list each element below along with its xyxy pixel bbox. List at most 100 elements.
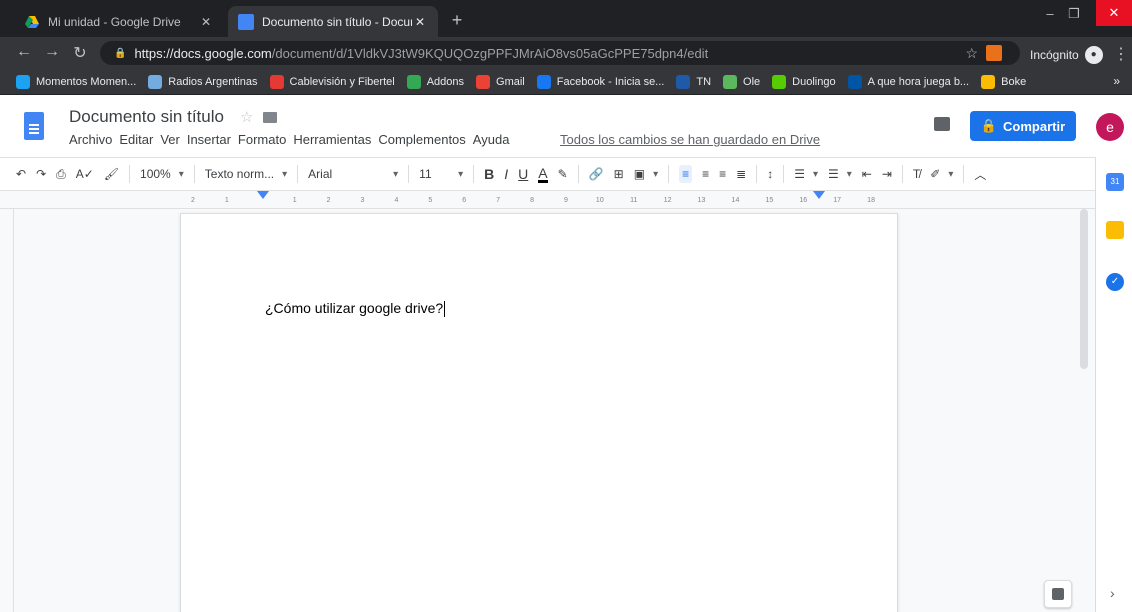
comment-icon[interactable]: ⊞ bbox=[614, 167, 624, 181]
bookmark-star-icon[interactable]: ☆ bbox=[965, 45, 978, 62]
ruler-mark: 14 bbox=[731, 196, 740, 204]
bookmark-item[interactable]: A que hora juega b... bbox=[847, 74, 969, 89]
keep-icon[interactable] bbox=[1106, 221, 1124, 239]
side-panel-toggle-icon[interactable]: › bbox=[1110, 585, 1115, 601]
print-icon[interactable]: ⎙ bbox=[56, 167, 66, 182]
font-select[interactable]: Arial bbox=[308, 167, 398, 181]
ruler-mark: 4 bbox=[394, 196, 399, 204]
address-bar[interactable]: 🔒 https://docs.google.com /document/d/1V… bbox=[100, 41, 1020, 65]
docs-logo-icon[interactable] bbox=[24, 112, 44, 140]
tab-document[interactable]: Documento sin título - Documen ✕ bbox=[228, 6, 438, 37]
undo-icon[interactable]: ↶ bbox=[16, 167, 26, 181]
menu-ver[interactable]: Ver bbox=[160, 132, 180, 147]
menu-bar: Archivo Editar Ver Insertar Formato Herr… bbox=[69, 132, 516, 147]
bulleted-list-icon[interactable]: ☰ bbox=[828, 167, 852, 181]
share-button[interactable]: 🔒 Compartir bbox=[970, 111, 1076, 141]
reload-icon[interactable]: ↻ bbox=[70, 43, 90, 63]
font-size-select[interactable]: 11 bbox=[419, 167, 463, 181]
bookmark-item[interactable]: Boke bbox=[981, 74, 1026, 89]
menu-archivo[interactable]: Archivo bbox=[69, 132, 112, 147]
close-tab-icon[interactable]: ✕ bbox=[412, 15, 428, 29]
back-icon[interactable]: ← bbox=[14, 43, 34, 61]
tasks-icon[interactable]: ✓ bbox=[1106, 273, 1124, 291]
menu-ayuda[interactable]: Ayuda bbox=[473, 132, 510, 147]
menu-complementos[interactable]: Complementos bbox=[378, 132, 465, 147]
document-body-text[interactable]: ¿Cómo utilizar google drive? bbox=[265, 300, 446, 318]
lock-icon: 🔒 bbox=[980, 118, 998, 133]
align-right-icon[interactable]: ≡ bbox=[719, 167, 726, 181]
extension-icon[interactable] bbox=[986, 45, 1002, 61]
spellcheck-icon[interactable]: A✓ bbox=[76, 167, 94, 181]
increase-indent-icon[interactable]: ⇥ bbox=[882, 167, 892, 181]
forward-icon[interactable]: → bbox=[42, 43, 62, 61]
numbered-list-icon[interactable]: ☰ bbox=[794, 167, 818, 181]
tab-drive[interactable]: Mi unidad - Google Drive ✕ bbox=[14, 6, 224, 37]
left-indent-marker[interactable] bbox=[257, 191, 269, 199]
incognito-label: Incógnito bbox=[1030, 48, 1079, 62]
toolbar-divider bbox=[408, 165, 410, 183]
vertical-scrollbar[interactable] bbox=[1080, 209, 1088, 369]
star-icon[interactable]: ☆ bbox=[240, 108, 253, 126]
bookmark-item[interactable]: TN bbox=[676, 74, 711, 89]
close-window-icon[interactable]: ✕ bbox=[1096, 0, 1132, 26]
align-left-icon[interactable]: ≡ bbox=[679, 165, 693, 183]
style-select[interactable]: Texto norm... bbox=[205, 167, 287, 181]
highlight-icon[interactable]: ✎ bbox=[558, 167, 568, 181]
paint-format-icon[interactable]: 🖌 bbox=[104, 167, 119, 181]
underline-icon[interactable]: U bbox=[518, 166, 528, 182]
comment-history-icon[interactable] bbox=[934, 117, 950, 131]
gmail-icon bbox=[476, 74, 491, 89]
menu-herramientas[interactable]: Herramientas bbox=[293, 132, 371, 147]
avatar[interactable]: e bbox=[1096, 113, 1124, 141]
image-icon[interactable]: ▣ bbox=[634, 167, 658, 181]
incognito-indicator[interactable]: Incógnito ● bbox=[1030, 46, 1103, 64]
bookmark-item[interactable]: Addons bbox=[406, 74, 464, 89]
align-justify-icon[interactable]: ≣ bbox=[736, 167, 746, 181]
bookmark-item[interactable]: Radios Argentinas bbox=[148, 74, 258, 89]
save-status[interactable]: Todos los cambios se han guardado en Dri… bbox=[560, 132, 820, 147]
decrease-indent-icon[interactable]: ⇤ bbox=[862, 167, 872, 181]
redo-icon[interactable]: ↷ bbox=[36, 167, 46, 181]
minimize-icon[interactable]: – bbox=[1038, 4, 1062, 24]
new-tab-button[interactable]: + bbox=[446, 10, 468, 31]
menu-editar[interactable]: Editar bbox=[119, 132, 153, 147]
restore-icon[interactable]: ❐ bbox=[1062, 4, 1086, 24]
clear-formatting-icon[interactable]: T̸ bbox=[913, 167, 920, 181]
font-size-select-value: 11 bbox=[419, 167, 432, 181]
bookmark-item[interactable]: Duolingo bbox=[772, 74, 836, 89]
ruler-mark: 15 bbox=[765, 196, 774, 204]
ruler-mark: 8 bbox=[530, 196, 534, 204]
right-indent-marker[interactable] bbox=[813, 191, 825, 199]
document-title[interactable]: Documento sin título bbox=[69, 107, 224, 127]
editing-mode-icon[interactable]: ✐ bbox=[930, 167, 953, 181]
toolbar-divider bbox=[756, 165, 758, 183]
bookmarks-overflow-icon[interactable]: » bbox=[1113, 74, 1120, 88]
menu-formato[interactable]: Formato bbox=[238, 132, 286, 147]
text-color-icon[interactable]: A bbox=[538, 166, 548, 183]
bookmark-item[interactable]: Facebook - Inicia se... bbox=[536, 74, 664, 89]
link-icon[interactable]: 🔗 bbox=[589, 167, 604, 181]
align-center-icon[interactable]: ≡ bbox=[702, 167, 709, 181]
menu-insertar[interactable]: Insertar bbox=[187, 132, 231, 147]
document-page[interactable]: ¿Cómo utilizar google drive? bbox=[180, 213, 898, 612]
line-spacing-icon[interactable]: ↕ bbox=[767, 167, 773, 181]
bookmark-label: Ole bbox=[743, 75, 761, 88]
collapse-menu-icon[interactable]: ︿ bbox=[974, 166, 986, 183]
explore-button-icon[interactable] bbox=[1044, 580, 1072, 608]
ruler-mark: 10 bbox=[595, 196, 604, 204]
bookmark-item[interactable]: Ole bbox=[723, 74, 761, 89]
docs-header: Documento sin título ☆ Archivo Editar Ve… bbox=[0, 95, 1132, 157]
bookmark-item[interactable]: Cablevisión y Fibertel bbox=[269, 74, 395, 89]
close-tab-icon[interactable]: ✕ bbox=[198, 15, 214, 29]
calendar-icon[interactable]: 31 bbox=[1106, 173, 1124, 191]
bookmark-item[interactable]: Momentos Momen... bbox=[16, 74, 136, 89]
zoom-select[interactable]: 100% bbox=[140, 167, 184, 181]
bookmark-item[interactable]: Gmail bbox=[476, 74, 525, 89]
browser-menu-icon[interactable]: ⋮ bbox=[1113, 44, 1129, 64]
folder-icon[interactable] bbox=[263, 112, 277, 123]
bold-icon[interactable]: B bbox=[484, 166, 494, 182]
font-select-value: Arial bbox=[308, 167, 333, 181]
tn-icon bbox=[676, 74, 691, 89]
italic-icon[interactable]: I bbox=[504, 166, 508, 182]
toolbar-divider bbox=[963, 165, 965, 183]
